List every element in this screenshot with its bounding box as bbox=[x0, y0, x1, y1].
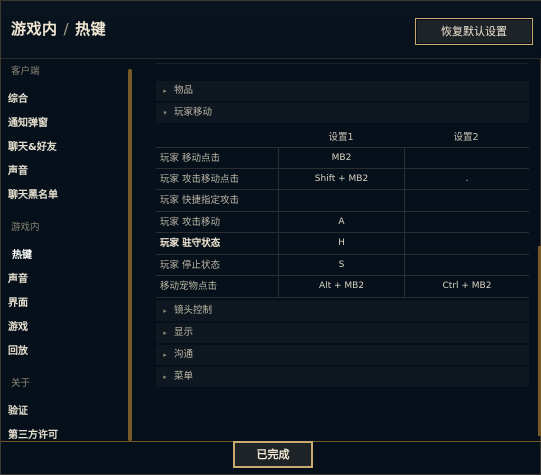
section-label: 菜单 bbox=[174, 371, 194, 382]
hotkey-binding-1[interactable]: A bbox=[278, 211, 404, 233]
table-row: 玩家 快捷指定攻击 bbox=[156, 190, 529, 212]
hotkey-binding-2[interactable] bbox=[404, 211, 529, 233]
section-label: 物品 bbox=[174, 85, 194, 96]
section-label: 显示 bbox=[174, 327, 194, 338]
table-row: 移动宠物点击 Alt + MB2 Ctrl + MB2 bbox=[156, 276, 529, 298]
sidebar-item-notifications[interactable]: 通知弹窗 bbox=[8, 114, 48, 129]
hotkey-name: 移动宠物点击 bbox=[160, 281, 218, 292]
title-category: 游戏内 bbox=[11, 20, 58, 38]
section-camera-control[interactable]: ▸ 镜头控制 bbox=[156, 301, 529, 321]
table-row: 玩家 停止状态 S bbox=[156, 254, 529, 276]
table-row: 玩家 攻击移动点击 Shift + MB2 . bbox=[156, 168, 529, 190]
hotkeys-panel: ▸ 物品 ▾ 玩家移动 设置1 设置2 玩家 移动点击 MB2 玩家 攻击移动点击 … bbox=[151, 61, 536, 441]
sidebar-item-general[interactable]: 综合 bbox=[8, 90, 28, 105]
sidebar-item-interface[interactable]: 界面 bbox=[8, 294, 28, 309]
hotkey-binding-1[interactable]: S bbox=[278, 254, 404, 276]
hotkey-binding-2[interactable] bbox=[404, 148, 529, 169]
chevron-right-icon: ▸ bbox=[163, 373, 167, 381]
hotkey-binding-1[interactable]: H bbox=[278, 233, 404, 254]
column-header-setting1: 设置1 bbox=[328, 132, 354, 143]
hotkey-binding-2[interactable]: . bbox=[404, 168, 529, 190]
page-title: 游戏内 / 热键 bbox=[11, 18, 106, 39]
hotkey-binding-1[interactable] bbox=[278, 190, 404, 211]
hotkey-name: 玩家 攻击移动 bbox=[160, 216, 221, 228]
chevron-right-icon: ▸ bbox=[163, 329, 167, 337]
sidebar: 客户端 综合 通知弹窗 聊天&好友 声音 聊天黑名单 游戏内 热键 声音 界面 … bbox=[1, 59, 126, 439]
sidebar-item-hotkeys[interactable]: 热键 bbox=[12, 246, 32, 261]
hotkey-binding-1[interactable]: MB2 bbox=[278, 148, 404, 169]
section-label: 沟通 bbox=[174, 349, 194, 360]
sidebar-item-chat-blocklist[interactable]: 聊天黑名单 bbox=[8, 186, 58, 201]
hotkey-binding-1[interactable]: Shift + MB2 bbox=[278, 168, 404, 190]
chevron-right-icon: ▸ bbox=[163, 351, 167, 359]
title-separator: / bbox=[63, 20, 70, 38]
chevron-right-icon: ▸ bbox=[163, 307, 167, 315]
hotkey-binding-2[interactable]: Ctrl + MB2 bbox=[404, 276, 529, 297]
settings-window: 游戏内 / 热键 恢复默认设置 客户端 综合 通知弹窗 聊天&好友 声音 聊天黑名单… bbox=[0, 0, 541, 475]
column-header-setting2: 设置2 bbox=[453, 132, 479, 143]
sidebar-item-client-sound[interactable]: 声音 bbox=[8, 162, 28, 177]
table-row: 玩家 攻击移动 A bbox=[156, 211, 529, 233]
section-items[interactable]: ▸ 物品 bbox=[156, 81, 529, 101]
section-communication[interactable]: ▸ 沟通 bbox=[156, 345, 529, 365]
hotkey-binding-1[interactable]: Alt + MB2 bbox=[278, 276, 404, 297]
sidebar-item-game[interactable]: 游戏 bbox=[8, 318, 28, 333]
hotkey-name: 玩家 快捷指定攻击 bbox=[160, 195, 240, 206]
done-button[interactable]: 已完成 bbox=[233, 441, 313, 468]
title-page: 热键 bbox=[75, 20, 107, 38]
section-display[interactable]: ▸ 显示 bbox=[156, 323, 529, 343]
hotkey-name: 玩家 攻击移动点击 bbox=[160, 173, 240, 185]
divider bbox=[156, 63, 529, 64]
section-label: 镜头控制 bbox=[174, 305, 213, 316]
restore-defaults-button[interactable]: 恢复默认设置 bbox=[415, 18, 533, 45]
table-row: 玩家 移动点击 MB2 bbox=[156, 147, 529, 169]
sidebar-group-ingame: 游戏内 bbox=[11, 222, 40, 233]
hotkey-name: 玩家 移动点击 bbox=[160, 153, 221, 164]
header: 游戏内 / 热键 恢复默认设置 bbox=[1, 1, 541, 59]
hotkey-name: 玩家 停止状态 bbox=[160, 259, 221, 271]
sidebar-item-chat-friends[interactable]: 聊天&好友 bbox=[8, 138, 57, 153]
sidebar-item-verification[interactable]: 验证 bbox=[8, 402, 28, 417]
section-player-movement[interactable]: ▾ 玩家移动 bbox=[156, 103, 529, 123]
sidebar-group-about: 关于 bbox=[11, 378, 31, 389]
hotkey-table: 玩家 移动点击 MB2 玩家 攻击移动点击 Shift + MB2 . 玩家 快… bbox=[156, 147, 529, 298]
hotkey-binding-2[interactable] bbox=[404, 254, 529, 276]
sidebar-item-replays[interactable]: 回放 bbox=[8, 342, 28, 357]
table-row: 玩家 驻守状态 H bbox=[156, 233, 529, 255]
sidebar-item-ingame-sound[interactable]: 声音 bbox=[8, 270, 28, 285]
section-menu[interactable]: ▸ 菜单 bbox=[156, 367, 529, 387]
hotkey-name: 玩家 驻守状态 bbox=[160, 238, 221, 249]
chevron-down-icon: ▾ bbox=[163, 109, 167, 117]
hotkey-binding-2[interactable] bbox=[404, 190, 529, 211]
section-label: 玩家移动 bbox=[174, 107, 213, 118]
chevron-right-icon: ▸ bbox=[163, 87, 167, 95]
sidebar-group-client: 客户端 bbox=[11, 66, 40, 77]
sidebar-item-third-party-licenses[interactable]: 第三方许可 bbox=[8, 426, 58, 439]
hotkey-binding-2[interactable] bbox=[404, 233, 529, 254]
sidebar-scrollbar[interactable] bbox=[128, 69, 132, 441]
